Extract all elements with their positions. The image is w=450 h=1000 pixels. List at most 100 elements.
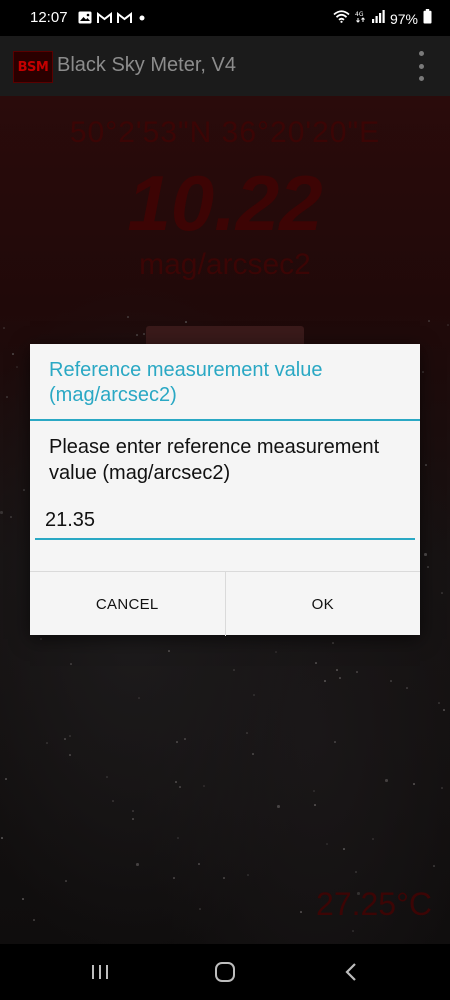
star [372,838,374,840]
star [352,930,354,932]
star [438,702,440,704]
star [447,324,449,326]
star [441,592,443,594]
dialog-actions: CANCEL OK [30,571,420,636]
home-icon[interactable] [210,958,240,986]
star [184,738,186,740]
star [185,321,187,323]
app-logo: BSM [13,51,53,83]
dialog-title: Reference measurement value (mag/arcsec2… [49,359,323,406]
star [336,669,338,671]
wifi-icon [333,10,350,28]
star [233,669,235,671]
overflow-menu-icon[interactable] [414,51,428,81]
star [315,662,317,664]
star [427,566,429,568]
4g-icon: 4G [355,10,367,28]
star [64,738,66,740]
star [22,898,24,900]
star [177,837,179,839]
app-bar: BSM Black Sky Meter, V4 [0,36,450,96]
navigation-bar [0,944,450,1000]
svg-text:4G: 4G [355,11,364,18]
star [334,741,336,743]
star [339,677,341,679]
star [385,779,388,782]
star [390,680,392,682]
image-icon [78,11,92,29]
star [1,837,3,839]
coordinates: 50°2'53"N 36°20'20"E [69,116,381,149]
star [5,778,7,780]
star [16,366,18,368]
star [198,863,200,865]
screen: 12:07 4G 97% BSM Black Sky Meter, V4 50°… [0,0,450,1000]
ok-button[interactable]: OK [224,572,421,636]
star [69,735,71,737]
star [136,863,139,866]
system-icons: 4G 97% [333,9,432,29]
star [252,753,254,755]
star [422,371,424,373]
star [425,464,427,466]
star [127,316,129,318]
star [433,865,435,867]
star [441,787,443,789]
star [356,671,358,673]
star [168,650,170,652]
app-logo-text: BSM [17,59,49,75]
recent-apps-icon[interactable] [85,958,115,986]
star [3,327,5,329]
star [443,709,445,711]
gmail-icon [97,11,112,29]
dialog-title-divider [30,419,420,421]
sky-brightness-value: 10.22 [127,159,323,247]
reference-value-dialog: Reference measurement value (mag/arcsec2… [30,344,420,636]
signal-icon [371,10,385,28]
back-icon[interactable] [336,958,366,986]
star [179,786,181,788]
star [300,911,302,913]
star [173,877,175,879]
star [138,697,140,699]
star [203,785,205,787]
reference-value-input[interactable] [35,502,415,540]
star [275,651,277,653]
dialog-message: Please enter reference measurement value… [49,436,380,484]
star [40,638,42,640]
star [132,818,134,820]
star [413,783,415,785]
app-title: Black Sky Meter, V4 [57,54,236,76]
star [136,334,138,336]
cancel-button[interactable]: CANCEL [30,572,225,636]
star [247,874,249,876]
star [46,742,48,744]
star [69,754,71,756]
star [143,333,145,335]
star [223,877,225,879]
notification-dot-icon [137,11,147,29]
star [343,848,345,850]
star [313,790,315,792]
star [176,741,178,743]
star [132,810,134,812]
battery-icon [423,9,432,29]
star [277,805,280,808]
temperature: 27.25°C [316,886,432,922]
star [175,781,177,783]
star [33,919,35,921]
star [406,687,408,689]
star [10,516,12,518]
star [324,680,326,682]
star [199,908,201,910]
star [0,511,3,514]
star [6,396,8,398]
star [355,871,357,873]
status-time: 12:07 [30,9,68,26]
star [23,489,25,491]
star [314,804,316,806]
star [12,353,14,355]
star [65,880,67,882]
battery-percent: 97% [389,11,418,27]
star [424,553,427,556]
